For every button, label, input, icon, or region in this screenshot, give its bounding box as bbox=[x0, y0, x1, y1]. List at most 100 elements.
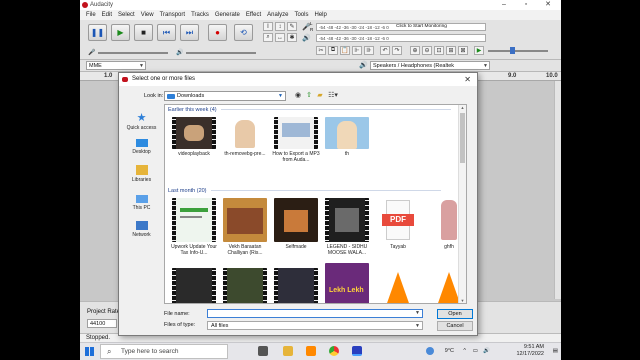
chrome-icon[interactable] bbox=[329, 346, 339, 356]
scroll-up-icon[interactable]: ▲ bbox=[459, 105, 466, 110]
view-menu-icon[interactable]: ☷▾ bbox=[327, 92, 339, 100]
audio-host-select[interactable]: MME ▼ bbox=[86, 61, 146, 70]
play-button[interactable]: ▶ bbox=[111, 24, 130, 41]
menu-select[interactable]: Select bbox=[118, 12, 135, 18]
taskbar-search-box[interactable]: ⌕ Type here to search bbox=[100, 344, 228, 359]
chevron-down-icon[interactable]: ▼ bbox=[415, 310, 420, 316]
file-list[interactable]: Earlier this week (4) ^ videoplayback th… bbox=[164, 104, 467, 304]
audacity-taskbar-icon[interactable] bbox=[352, 346, 362, 356]
zoom-out-icon[interactable]: ⊖ bbox=[422, 46, 432, 55]
windows-start-icon[interactable] bbox=[85, 347, 94, 356]
file-item[interactable]: Selfmade bbox=[271, 198, 321, 250]
new-folder-icon[interactable]: ▰ bbox=[316, 92, 324, 100]
clock-time[interactable]: 9:51 AM bbox=[516, 344, 544, 351]
close-icon[interactable]: ✕ bbox=[464, 73, 471, 86]
minimize-icon[interactable]: – bbox=[493, 0, 515, 10]
network-tray-icon[interactable]: ▭ bbox=[473, 348, 478, 355]
selection-tool-icon[interactable]: I bbox=[263, 22, 273, 31]
weather-temp[interactable]: 9°C bbox=[445, 348, 454, 355]
close-icon[interactable]: ✕ bbox=[537, 0, 559, 10]
file-item[interactable]: How to Export a MP3 from Auda... bbox=[271, 117, 321, 163]
scroll-thumb[interactable] bbox=[460, 113, 465, 163]
draw-tool-icon[interactable]: ✎ bbox=[287, 22, 297, 31]
file-item[interactable]: Upwork Update Your Tax Info-U... bbox=[169, 198, 219, 256]
project-rate-select[interactable]: 44100 bbox=[87, 319, 117, 328]
menu-transport[interactable]: Transport bbox=[160, 12, 185, 18]
fit-selection-icon[interactable]: ⊡ bbox=[434, 46, 444, 55]
loop-button[interactable]: ⟲ bbox=[234, 24, 253, 41]
file-item[interactable]: th bbox=[322, 117, 372, 157]
copy-icon[interactable]: ⧉ bbox=[328, 46, 338, 55]
file-item[interactable]: LEGEND - SIDHU MOOSE WALA... bbox=[322, 198, 372, 256]
notification-icon[interactable]: ▤ bbox=[553, 348, 558, 355]
file-item[interactable]: Lekh Lekh bbox=[322, 263, 372, 303]
file-item[interactable]: Vekh Baraatan Challiyan (Ris... bbox=[220, 198, 270, 256]
redo-icon[interactable]: ↷ bbox=[392, 46, 402, 55]
file-item[interactable] bbox=[220, 268, 270, 303]
monitoring-hint[interactable]: Click to Start Monitoring bbox=[396, 24, 447, 29]
output-device-select[interactable]: Speakers / Headphones (Realtek ▼ bbox=[370, 61, 490, 70]
menu-edit[interactable]: Edit bbox=[102, 12, 112, 18]
play-speed-slider[interactable] bbox=[488, 50, 548, 52]
mic-volume-icon[interactable]: 🎤 bbox=[88, 49, 95, 56]
vertical-scrollbar[interactable] bbox=[554, 81, 561, 299]
timeshift-tool-icon[interactable]: ↔ bbox=[275, 33, 285, 42]
paste-icon[interactable]: 📋 bbox=[340, 46, 350, 55]
file-item[interactable] bbox=[169, 268, 219, 303]
weather-icon[interactable] bbox=[426, 347, 434, 355]
zoom-tool-icon[interactable]: ⌕ bbox=[263, 33, 273, 42]
menu-view[interactable]: View bbox=[141, 12, 154, 18]
skip-end-button[interactable]: ⏭ bbox=[180, 24, 199, 41]
file-item[interactable] bbox=[373, 268, 423, 303]
clock-date[interactable]: 12/17/2022 bbox=[516, 351, 544, 358]
playback-meter[interactable]: -54 -48 -42 -36 -30 -24 -18 -12 -6 0 bbox=[316, 34, 486, 42]
stop-button[interactable]: ■ bbox=[134, 24, 153, 41]
pause-button[interactable]: ❚❚ bbox=[88, 24, 107, 41]
menu-tracks[interactable]: Tracks bbox=[191, 12, 209, 18]
menu-generate[interactable]: Generate bbox=[215, 12, 240, 18]
cancel-button[interactable]: Cancel bbox=[437, 321, 473, 331]
file-list-scrollbar[interactable]: ▲ ▼ bbox=[458, 105, 466, 303]
recording-volume-slider[interactable] bbox=[98, 52, 168, 54]
group-header-month[interactable]: Last month (20) ^ bbox=[168, 188, 441, 194]
file-item[interactable]: videoplayback bbox=[169, 117, 219, 157]
envelope-tool-icon[interactable]: ↕ bbox=[275, 22, 285, 31]
place-network[interactable]: Network bbox=[123, 221, 160, 238]
place-this-pc[interactable]: This PC bbox=[123, 195, 160, 211]
menu-analyze[interactable]: Analyze bbox=[267, 12, 288, 18]
menu-help[interactable]: Help bbox=[314, 12, 326, 18]
place-desktop[interactable]: Desktop bbox=[123, 139, 160, 155]
file-explorer-icon[interactable] bbox=[283, 346, 293, 356]
up-folder-icon[interactable]: ⇧ bbox=[305, 92, 313, 100]
multi-tool-icon[interactable]: ✱ bbox=[287, 33, 297, 42]
file-name-input[interactable]: ▼ bbox=[207, 309, 423, 318]
volume-tray-icon[interactable]: 🔊 bbox=[483, 348, 490, 355]
silence-icon[interactable]: ⊪ bbox=[364, 46, 374, 55]
menu-tools[interactable]: Tools bbox=[294, 12, 308, 18]
tray-chevron-icon[interactable]: ^ bbox=[463, 348, 466, 355]
place-quick-access[interactable]: ★ Quick access bbox=[123, 113, 160, 132]
back-icon[interactable]: ◉ bbox=[294, 92, 302, 100]
cut-icon[interactable]: ✂ bbox=[316, 46, 326, 55]
play-meter-icon[interactable]: 🔊 bbox=[302, 34, 311, 42]
look-in-select[interactable]: Downloads ▼ bbox=[164, 91, 286, 101]
file-item[interactable]: th-removebg-pre... bbox=[220, 117, 270, 157]
playback-volume-slider[interactable] bbox=[186, 52, 256, 54]
menu-effect[interactable]: Effect bbox=[246, 12, 261, 18]
speaker-volume-icon[interactable]: 🔊 bbox=[176, 49, 183, 56]
group-header-week[interactable]: Earlier this week (4) ^ bbox=[168, 107, 451, 113]
undo-icon[interactable]: ↶ bbox=[380, 46, 390, 55]
zoom-in-icon[interactable]: ⊕ bbox=[410, 46, 420, 55]
maximize-icon[interactable]: ▫ bbox=[515, 0, 537, 10]
place-libraries[interactable]: Libraries bbox=[123, 165, 160, 183]
trim-icon[interactable]: ⊩ bbox=[352, 46, 362, 55]
menu-file[interactable]: File bbox=[86, 12, 96, 18]
files-of-type-select[interactable]: All files ▼ bbox=[207, 321, 423, 330]
record-button[interactable]: ● bbox=[208, 24, 227, 41]
vlc-taskbar-icon[interactable] bbox=[306, 346, 316, 356]
zoom-toggle-icon[interactable]: ⊠ bbox=[458, 46, 468, 55]
play-speed-knob[interactable] bbox=[510, 47, 515, 54]
fit-project-icon[interactable]: ⊞ bbox=[446, 46, 456, 55]
file-item[interactable] bbox=[271, 268, 321, 303]
scroll-down-icon[interactable]: ▼ bbox=[459, 298, 466, 303]
